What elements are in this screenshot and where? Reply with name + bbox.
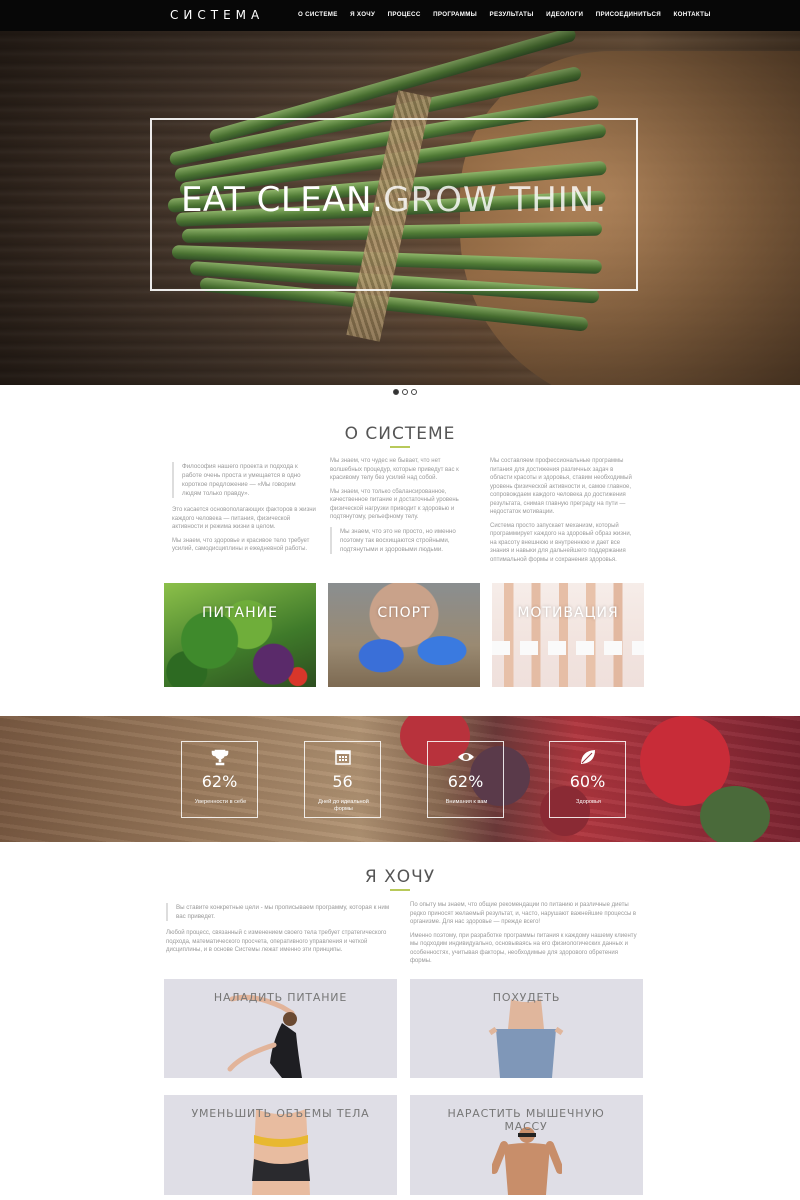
stat-value: 60%	[569, 772, 606, 791]
stats-band: 62% Уверенности в себе 56 Дней до идеаль…	[0, 716, 800, 842]
stat-confidence: 62% Уверенности в себе	[181, 741, 258, 818]
tile-label: МОТИВАЦИЯ	[517, 605, 619, 621]
hero-title-thin: GROW THIN.	[383, 180, 608, 220]
nav-item-join[interactable]: ПРИСОЕДИНИТЬСЯ	[596, 11, 661, 18]
about-quote-1: Философия нашего проекта и подхода к раб…	[172, 462, 316, 498]
card-label: ПОХУДЕТЬ	[492, 991, 561, 1004]
nav-item-about[interactable]: О СИСТЕМЕ	[298, 11, 338, 18]
stat-health: 60% Здоровья	[549, 741, 626, 818]
hero-title: EAT CLEAN.GROW THIN.	[152, 180, 636, 220]
want-text: По опыту мы знаем, что общие рекомендаци…	[410, 902, 637, 925]
about-quote-2: Мы знаем, что это не просто, но именно п…	[330, 526, 472, 554]
about-title: О СИСТЕМЕ	[344, 424, 456, 444]
about-text: Мы знаем, что только сбалансированное, к…	[330, 488, 459, 521]
want-quote: Вы ставите конкретные цели - мы прописыв…	[166, 903, 390, 921]
hero-slider: EAT CLEAN.GROW THIN.	[0, 31, 800, 385]
woman-stretching-image	[227, 994, 302, 1078]
about-col-3: Мы составляем профессиональные программы…	[490, 457, 636, 569]
card-label: НАЛАДИТЬ ПИТАНИЕ	[213, 991, 348, 1004]
want-col-right: По опыту мы знаем, что общие рекомендаци…	[410, 901, 638, 971]
nav-item-programs[interactable]: ПРОГРАММЫ	[433, 11, 477, 18]
muscular-man-image	[492, 1127, 562, 1195]
card-label: НАРАСТИТЬ МЫШЕЧНУЮ МАССУ	[447, 1107, 605, 1133]
tile-nutrition[interactable]: ПИТАНИЕ	[164, 583, 316, 687]
nav-item-ideologists[interactable]: ИДЕОЛОГИ	[546, 11, 583, 18]
nav-item-contacts[interactable]: КОНТАКТЫ	[674, 11, 711, 18]
about-text: Мы знаем, что здоровье и красивое тело т…	[172, 537, 310, 553]
nav-item-process[interactable]: ПРОЦЕСС	[388, 11, 421, 18]
woman-measure-image	[252, 1109, 310, 1195]
about-text: Мы составляем профессиональные программы…	[490, 458, 632, 515]
hero-title-bold: EAT CLEAN.	[180, 180, 384, 220]
nav-item-results[interactable]: РЕЗУЛЬТАТЫ	[490, 11, 534, 18]
top-nav: СИСТЕМА О СИСТЕМЕ Я ХОЧУ ПРОЦЕСС ПРОГРАМ…	[0, 0, 800, 31]
tile-label: СПОРТ	[377, 605, 431, 621]
stat-label: Внимания к вам	[445, 799, 488, 805]
card-gain-muscle[interactable]: НАРАСТИТЬ МЫШЕЧНУЮ МАССУ	[410, 1095, 643, 1195]
card-reduce-volume[interactable]: УМЕНЬШИТЬ ОБЪЕМЫ ТЕЛА	[164, 1095, 397, 1195]
slider-dot-1[interactable]	[393, 389, 399, 395]
card-lose-weight[interactable]: ПОХУДЕТЬ	[410, 979, 643, 1078]
want-title: Я ХОЧУ	[364, 867, 436, 887]
slider-dots	[393, 389, 417, 395]
card-nutrition[interactable]: НАЛАДИТЬ ПИТАНИЕ	[164, 979, 397, 1078]
leaf-icon	[581, 750, 595, 764]
stat-value: 62%	[447, 772, 484, 791]
stat-label: Уверенности в себе	[194, 799, 247, 805]
woman-jeans-image	[488, 999, 564, 1078]
stat-attention: 62% Внимания к вам	[427, 741, 504, 818]
tile-sport[interactable]: СПОРТ	[328, 583, 480, 687]
about-text: Система просто запускает механизм, котор…	[490, 522, 632, 563]
want-text: Любой процесс, связанный с изменением св…	[166, 930, 387, 953]
site-logo[interactable]: СИСТЕМА	[170, 8, 264, 22]
tile-motivation[interactable]: МОТИВАЦИЯ	[492, 583, 644, 687]
want-col-left: Вы ставите конкретные цели - мы прописыв…	[166, 903, 390, 960]
about-col-1: Философия нашего проекта и подхода к раб…	[172, 462, 316, 559]
slider-dot-3[interactable]	[411, 389, 417, 395]
stat-label: Здоровья	[576, 799, 601, 805]
nav-item-want[interactable]: Я ХОЧУ	[350, 11, 375, 18]
about-text: Мы знаем, что чудес не бывает, что нет в…	[330, 458, 459, 481]
about-title-underline	[390, 446, 410, 448]
stat-value: 62%	[201, 772, 238, 791]
trophy-icon	[211, 749, 229, 766]
want-text: Именно поэтому, при разработке программы…	[410, 932, 637, 965]
want-title-underline	[390, 889, 410, 891]
stat-days: 56 Дней до идеальной формы	[304, 741, 381, 818]
stat-value: 56	[332, 772, 353, 791]
about-col-2: Мы знаем, что чудес не бывает, что нет в…	[330, 457, 472, 562]
about-text: Это касается основополагающих факторов в…	[172, 507, 316, 530]
slider-dot-2[interactable]	[402, 389, 408, 395]
eye-icon	[458, 753, 474, 761]
tile-label: ПИТАНИЕ	[202, 605, 278, 621]
hero-title-frame: EAT CLEAN.GROW THIN.	[150, 118, 638, 291]
main-menu: О СИСТЕМЕ Я ХОЧУ ПРОЦЕСС ПРОГРАММЫ РЕЗУЛ…	[298, 11, 723, 18]
card-label: УМЕНЬШИТЬ ОБЪЕМЫ ТЕЛА	[191, 1107, 370, 1120]
stat-label: Дней до идеальной формы	[318, 799, 369, 812]
calendar-icon	[335, 750, 351, 765]
